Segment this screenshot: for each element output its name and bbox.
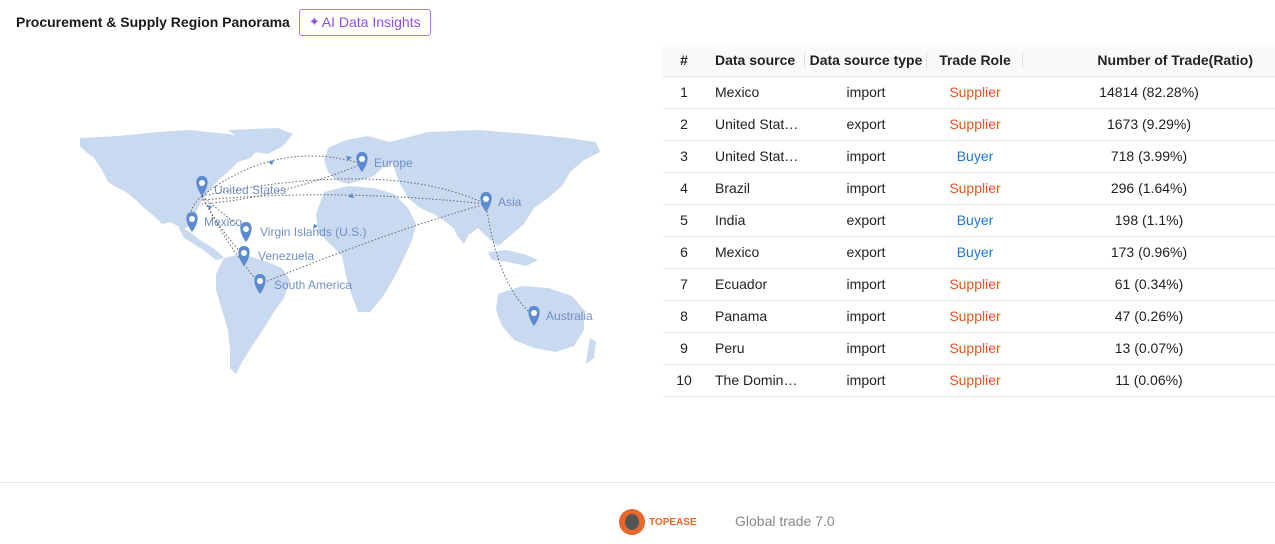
table-header-row: # Data source Data source type Trade Rol… (663, 44, 1275, 77)
cell-data-source-type: import (805, 364, 927, 397)
cell-data-source[interactable]: Panama (705, 300, 805, 333)
footer-product-name: Global trade 7.0 (735, 513, 835, 529)
cell-number: 6 (663, 236, 705, 269)
land-central-america (178, 226, 224, 260)
cell-data-source-type: export (805, 236, 927, 269)
pin-label-europe: Europe (374, 156, 413, 170)
trade-table: # Data source Data source type Trade Rol… (663, 44, 1275, 397)
pin-label-united-states: United States (214, 183, 286, 197)
cell-number: 9 (663, 332, 705, 365)
world-trade-map[interactable]: United States Europe Asia Mexico Virgin (78, 128, 604, 378)
table-row[interactable]: 9 Peru import Supplier 13 (0.07%) (663, 332, 1275, 365)
trade-table-container: # Data source Data source type Trade Rol… (663, 44, 1275, 397)
cell-data-source-type: import (805, 332, 927, 365)
table-row[interactable]: 5 India export Buyer 198 (1.1%) (663, 204, 1275, 237)
land-south-america (216, 254, 290, 374)
cell-trade-role: Supplier (927, 300, 1023, 333)
cell-number-of-trade: 198 (1.1%) (1023, 204, 1275, 237)
cell-data-source[interactable]: Ecuador (705, 268, 805, 301)
cell-number-of-trade: 296 (1.64%) (1023, 172, 1275, 205)
column-header-data-source[interactable]: Data source (705, 44, 805, 77)
panel-header: Procurement & Supply Region Panorama ✦ A… (16, 8, 431, 36)
pin-mexico[interactable]: Mexico (186, 212, 242, 232)
column-header-trade-role[interactable]: Trade Role (927, 44, 1023, 77)
ai-data-insights-button[interactable]: ✦ AI Data Insights (298, 8, 431, 36)
column-header-number: # (663, 44, 705, 77)
cell-number-of-trade: 47 (0.26%) (1023, 300, 1275, 333)
pin-label-south-america: South America (274, 278, 352, 292)
cell-data-source-type: import (805, 140, 927, 173)
cell-trade-role: Supplier (927, 76, 1023, 109)
cell-number: 7 (663, 268, 705, 301)
cell-data-source-type: export (805, 204, 927, 237)
cell-data-source[interactable]: The Domin… (705, 364, 805, 397)
cell-number-of-trade: 13 (0.07%) (1023, 332, 1275, 365)
cell-trade-role: Supplier (927, 364, 1023, 397)
footer-logo: TOPEASE (619, 509, 697, 535)
footer-divider (0, 482, 1275, 483)
cell-number-of-trade: 11 (0.06%) (1023, 364, 1275, 397)
world-map-svg: United States Europe Asia Mexico Virgin (80, 128, 600, 374)
panel-title: Procurement & Supply Region Panorama (16, 14, 290, 30)
cell-data-source[interactable]: United Stat… (705, 140, 805, 173)
cell-number-of-trade: 1673 (9.29%) (1023, 108, 1275, 141)
cell-data-source[interactable]: Mexico (705, 236, 805, 269)
cell-trade-role: Buyer (927, 140, 1023, 173)
cell-data-source[interactable]: Brazil (705, 172, 805, 205)
ai-button-label: AI Data Insights (321, 14, 421, 30)
cell-data-source[interactable]: India (705, 204, 805, 237)
cell-number: 8 (663, 300, 705, 333)
cell-trade-role: Buyer (927, 236, 1023, 269)
column-header-data-source-type[interactable]: Data source type (805, 44, 927, 77)
table-row[interactable]: 8 Panama import Supplier 47 (0.26%) (663, 300, 1275, 333)
table-row[interactable]: 7 Ecuador import Supplier 61 (0.34%) (663, 268, 1275, 301)
land-africa (316, 186, 416, 312)
land-indonesia (488, 250, 538, 266)
table-row[interactable]: 1 Mexico import Supplier 14814 (82.28%) (663, 76, 1275, 109)
table-row[interactable]: 2 United Stat… export Supplier 1673 (9.29%) (663, 108, 1275, 141)
logo-text: TOPEASE (649, 516, 697, 528)
cell-data-source-type: export (805, 108, 927, 141)
cell-number: 4 (663, 172, 705, 205)
cell-data-source-type: import (805, 300, 927, 333)
cell-number: 1 (663, 76, 705, 109)
land-asia (390, 130, 600, 246)
pin-label-venezuela: Venezuela (258, 249, 314, 263)
cell-number: 5 (663, 204, 705, 237)
cell-trade-role: Supplier (927, 172, 1023, 205)
cell-trade-role: Supplier (927, 268, 1023, 301)
pin-label-asia: Asia (498, 195, 522, 209)
cell-trade-role: Supplier (927, 332, 1023, 365)
cell-data-source[interactable]: Mexico (705, 76, 805, 109)
cell-trade-role: Buyer (927, 204, 1023, 237)
cell-number: 10 (663, 364, 705, 397)
pin-label-mexico: Mexico (204, 215, 242, 229)
cell-trade-role: Supplier (927, 108, 1023, 141)
column-header-number-of-trade[interactable]: Number of Trade(Ratio) (1023, 44, 1275, 77)
table-row[interactable]: 6 Mexico export Buyer 173 (0.96%) (663, 236, 1275, 269)
cell-number: 2 (663, 108, 705, 141)
cell-data-source[interactable]: United Stat… (705, 108, 805, 141)
pin-label-virgin-islands: Virgin Islands (U.S.) (260, 225, 366, 239)
cell-data-source[interactable]: Peru (705, 332, 805, 365)
cell-number-of-trade: 173 (0.96%) (1023, 236, 1275, 269)
cell-number-of-trade: 61 (0.34%) (1023, 268, 1275, 301)
sparkle-icon: ✦ (308, 14, 320, 29)
cell-number-of-trade: 14814 (82.28%) (1023, 76, 1275, 109)
pin-label-australia: Australia (546, 309, 593, 323)
cell-number: 3 (663, 140, 705, 173)
land-masses (80, 128, 600, 374)
cell-number-of-trade: 718 (3.99%) (1023, 140, 1275, 173)
table-row[interactable]: 3 United Stat… import Buyer 718 (3.99%) (663, 140, 1275, 173)
table-row[interactable]: 10 The Domin… import Supplier 11 (0.06%) (663, 364, 1275, 397)
cell-data-source-type: import (805, 268, 927, 301)
table-body: 1 Mexico import Supplier 14814 (82.28%) 2 Unit… (663, 76, 1275, 397)
table-row[interactable]: 4 Brazil import Supplier 296 (1.64%) (663, 172, 1275, 205)
cell-data-source-type: import (805, 76, 927, 109)
topease-logo-icon (619, 509, 645, 535)
cell-data-source-type: import (805, 172, 927, 205)
land-new-zealand (586, 338, 596, 364)
